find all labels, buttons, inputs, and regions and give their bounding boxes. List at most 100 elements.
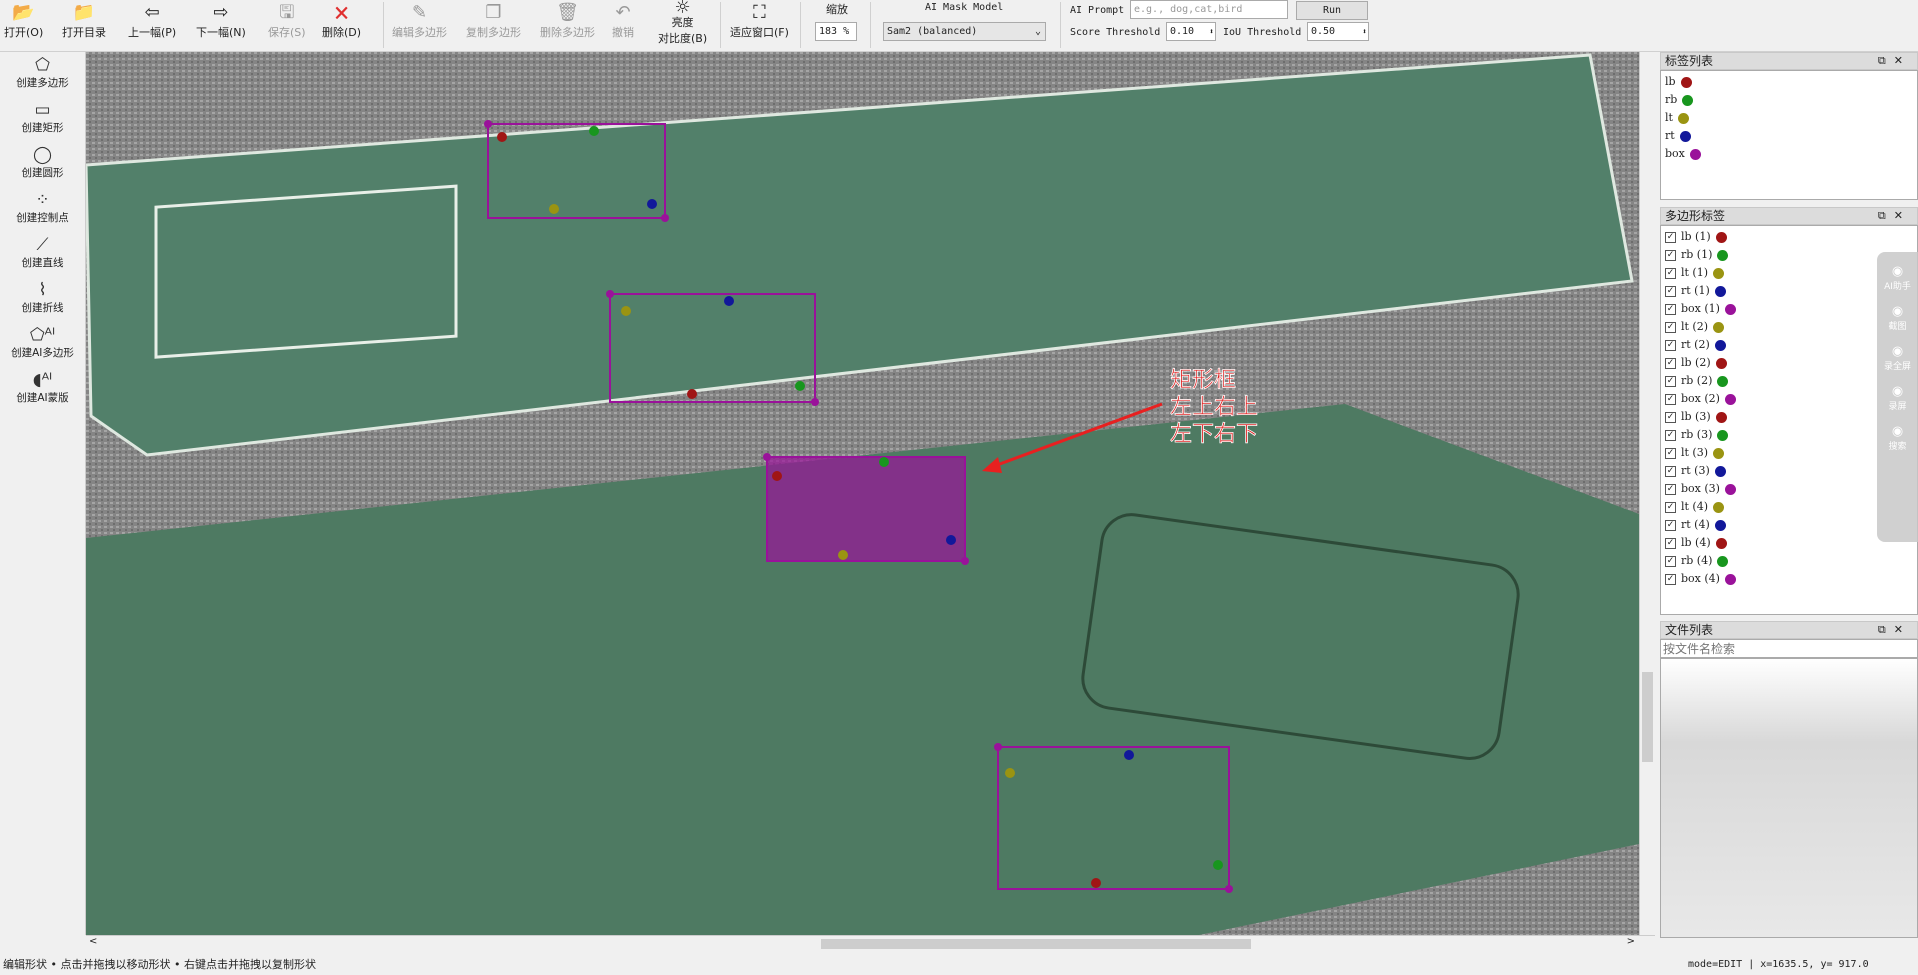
point-rb[interactable]: [795, 381, 805, 391]
checkbox-checked-icon[interactable]: ✓: [1665, 501, 1676, 513]
panel-float-close-icons[interactable]: ⧉✕: [1878, 622, 1911, 638]
checkbox-checked-icon[interactable]: ✓: [1665, 231, 1676, 243]
point-rb[interactable]: [879, 457, 889, 467]
point-lb[interactable]: [772, 471, 782, 481]
polygon-label-item[interactable]: ✓ lt (2): [1665, 318, 1913, 336]
panel-float-close-icons[interactable]: ⧉✕: [1878, 53, 1911, 69]
checkbox-checked-icon[interactable]: ✓: [1665, 483, 1676, 495]
tool-rectangle[interactable]: ▭ 创建矩形: [0, 97, 85, 142]
polygon-label-item[interactable]: ✓ rt (3): [1665, 462, 1913, 480]
vertical-scrollbar[interactable]: [1639, 52, 1655, 935]
tool-ai-polygon[interactable]: ⬠ᴬᴵ 创建AI多边形: [0, 322, 85, 367]
toolbar-button-3[interactable]: ⇨ 下一幅(N): [196, 2, 246, 40]
checkbox-checked-icon[interactable]: ✓: [1665, 393, 1676, 405]
checkbox-checked-icon[interactable]: ✓: [1665, 411, 1676, 423]
iou-threshold-spinbox[interactable]: 0.50 ⬍: [1307, 22, 1369, 41]
tool-polygon[interactable]: ⬠ 创建多边形: [0, 52, 85, 97]
float-bar-item[interactable]: ◉ 截图: [1877, 304, 1918, 332]
tool-polyline[interactable]: ⌇ 创建折线: [0, 277, 85, 322]
polygon-label-item[interactable]: ✓ rt (1): [1665, 282, 1913, 300]
float-bar-item[interactable]: ◉ 录全屏: [1877, 344, 1918, 372]
polygon-label-item[interactable]: ✓ rb (1): [1665, 246, 1913, 264]
panel-float-close-icons[interactable]: ⧉✕: [1878, 208, 1911, 224]
toolbar-button-11[interactable]: ⛶ 适应窗口(F): [730, 2, 789, 40]
point-rt[interactable]: [946, 535, 956, 545]
polygon-label-item[interactable]: ✓ rt (2): [1665, 336, 1913, 354]
polygon-label-item[interactable]: ✓ rb (2): [1665, 372, 1913, 390]
label-item[interactable]: rt: [1665, 127, 1913, 145]
polygon-label-item[interactable]: ✓ lt (3): [1665, 444, 1913, 462]
float-bar-item[interactable]: ◉ 搜索: [1877, 424, 1918, 452]
polygon-label-item[interactable]: ✓ lb (3): [1665, 408, 1913, 426]
box-vertex-handle[interactable]: [994, 743, 1002, 751]
polygon-label-item[interactable]: ✓ rb (3): [1665, 426, 1913, 444]
point-lt[interactable]: [549, 204, 559, 214]
floating-assistant-bar[interactable]: ◉ AI助手 ◉ 截图 ◉ 录全屏 ◉ 录屏 ◉ 搜索: [1877, 252, 1918, 542]
polygon-label-item[interactable]: ✓ box (1): [1665, 300, 1913, 318]
spin-arrows-icon[interactable]: ⬍: [1362, 23, 1367, 40]
spin-arrows-icon[interactable]: ⬍: [1209, 23, 1214, 40]
box-vertex-handle[interactable]: [484, 120, 492, 128]
box-vertex-handle[interactable]: [606, 290, 614, 298]
box-vertex-handle[interactable]: [661, 214, 669, 222]
point-rb[interactable]: [1213, 860, 1223, 870]
polygon-label-item[interactable]: ✓ rt (4): [1665, 516, 1913, 534]
box-shape-3[interactable]: [766, 456, 966, 562]
tool-circle[interactable]: ◯ 创建圆形: [0, 142, 85, 187]
label-item[interactable]: lb: [1665, 73, 1913, 91]
ai-prompt-input[interactable]: e.g., dog,cat,bird: [1130, 0, 1288, 19]
tool-ai-mask[interactable]: ◖ᴬᴵ 创建AI蒙版: [0, 367, 85, 412]
tool-line[interactable]: ⟋ 创建直线: [0, 232, 85, 277]
polygon-label-item[interactable]: ✓ lt (4): [1665, 498, 1913, 516]
polygon-label-item[interactable]: ✓ lb (2): [1665, 354, 1913, 372]
checkbox-checked-icon[interactable]: ✓: [1665, 357, 1676, 369]
checkbox-checked-icon[interactable]: ✓: [1665, 465, 1676, 477]
box-vertex-handle[interactable]: [763, 453, 771, 461]
checkbox-checked-icon[interactable]: ✓: [1665, 519, 1676, 531]
point-lt[interactable]: [838, 550, 848, 560]
point-lt[interactable]: [1005, 768, 1015, 778]
point-lt[interactable]: [621, 306, 631, 316]
checkbox-checked-icon[interactable]: ✓: [1665, 285, 1676, 297]
toolbar-button-4[interactable]: 🖫 保存(S): [268, 2, 306, 40]
toolbar-button-8[interactable]: 🗑 删除多边形: [540, 2, 595, 40]
checkbox-checked-icon[interactable]: ✓: [1665, 339, 1676, 351]
checkbox-checked-icon[interactable]: ✓: [1665, 537, 1676, 549]
checkbox-checked-icon[interactable]: ✓: [1665, 375, 1676, 387]
toolbar-button-1[interactable]: 📁 打开目录: [62, 2, 106, 40]
box-vertex-handle[interactable]: [811, 398, 819, 406]
toolbar-button-10[interactable]: ☼ 亮度 对比度(B): [658, 0, 707, 46]
polygon-label-item[interactable]: ✓ box (3): [1665, 480, 1913, 498]
polygon-label-item[interactable]: ✓ box (2): [1665, 390, 1913, 408]
tool-points[interactable]: ⁘ 创建控制点: [0, 187, 85, 232]
checkbox-checked-icon[interactable]: ✓: [1665, 303, 1676, 315]
horizontal-scrollbar[interactable]: < >: [86, 935, 1655, 951]
checkbox-checked-icon[interactable]: ✓: [1665, 555, 1676, 567]
file-list[interactable]: [1660, 658, 1918, 938]
polygon-label-item[interactable]: ✓ rb (4): [1665, 552, 1913, 570]
score-threshold-spinbox[interactable]: 0.10 ⬍: [1166, 22, 1216, 41]
polygon-label-item[interactable]: ✓ lb (1): [1665, 228, 1913, 246]
image-canvas[interactable]: 矩形框 左上右上 左下右下: [86, 52, 1639, 935]
box-vertex-handle[interactable]: [1225, 885, 1233, 893]
point-lb[interactable]: [687, 389, 697, 399]
polygon-label-item[interactable]: ✓ lb (4): [1665, 534, 1913, 552]
toolbar-button-7[interactable]: ❐ 复制多边形: [466, 2, 521, 40]
toolbar-button-2[interactable]: ⇦ 上一幅(P): [128, 2, 176, 40]
checkbox-checked-icon[interactable]: ✓: [1665, 321, 1676, 333]
point-rt[interactable]: [724, 296, 734, 306]
toolbar-button-6[interactable]: ✎ 编辑多边形: [392, 2, 447, 40]
label-item[interactable]: rb: [1665, 91, 1913, 109]
checkbox-checked-icon[interactable]: ✓: [1665, 267, 1676, 279]
label-item[interactable]: lt: [1665, 109, 1913, 127]
polygon-label-item[interactable]: ✓ box (4): [1665, 570, 1913, 588]
checkbox-checked-icon[interactable]: ✓: [1665, 447, 1676, 459]
point-rt[interactable]: [647, 199, 657, 209]
toolbar-button-5[interactable]: 🗙 删除(D): [322, 2, 361, 40]
checkbox-checked-icon[interactable]: ✓: [1665, 249, 1676, 261]
label-item[interactable]: box: [1665, 145, 1913, 163]
file-search-input[interactable]: [1660, 639, 1918, 658]
zoom-input[interactable]: 183 %: [815, 22, 857, 41]
float-bar-item[interactable]: ◉ 录屏: [1877, 384, 1918, 412]
box-vertex-handle[interactable]: [961, 557, 969, 565]
